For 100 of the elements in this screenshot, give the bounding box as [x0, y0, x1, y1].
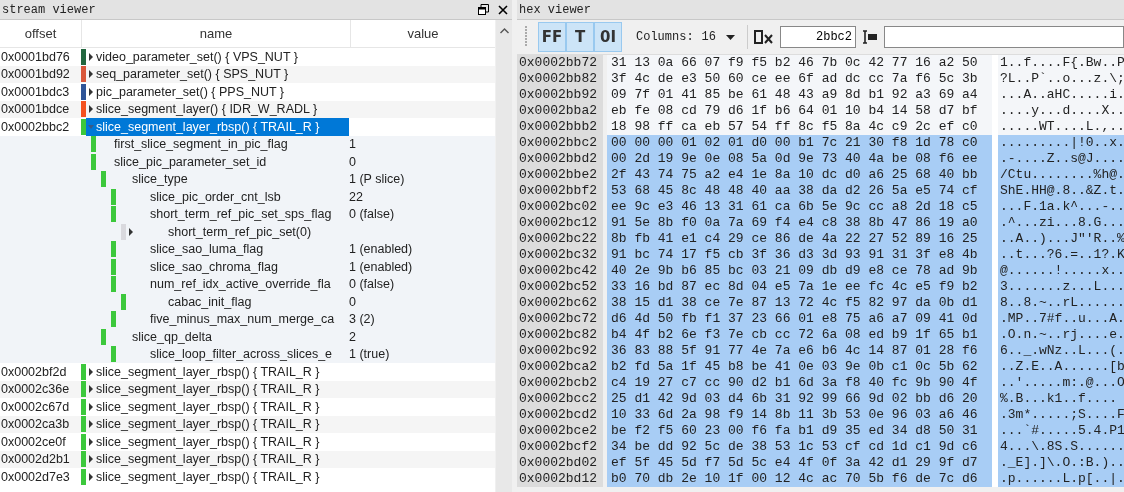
- tree-item[interactable]: slice_segment_layer_rbsp() { TRAIL_R }: [86, 468, 349, 486]
- ascii-text[interactable]: /Ctu........%h@.: [998, 167, 1124, 183]
- tree-item[interactable]: slice_segment_layer_rbsp() { TRAIL_R }: [86, 450, 349, 468]
- ascii-text[interactable]: ...A..aHC.....i.: [998, 87, 1124, 103]
- expander-icon[interactable]: [88, 472, 94, 481]
- tree-item[interactable]: slice_segment_layer_rbsp() { TRAIL_R }: [86, 363, 349, 381]
- ascii-text[interactable]: ....y...d....X..: [998, 103, 1124, 119]
- ascii-text[interactable]: ._E].]\.O.:B.)..: [998, 455, 1124, 471]
- ascii-text[interactable]: 4...\.8S.S......: [998, 439, 1124, 455]
- hex-bytes[interactable]: b2 fd 5a 1f 45 b8 be 41 0e 03 9e 0b c1 0c 5b 62: [607, 359, 998, 375]
- hex-bytes[interactable]: 33 16 bd 87 ec 8d 04 e5 7a 1e ee fc 4c e5 f9 b2: [607, 279, 998, 295]
- tree-item[interactable]: cabac_init_flag: [126, 293, 349, 311]
- expander-icon[interactable]: [88, 105, 94, 114]
- ascii-text[interactable]: .....WT....L.,..: [998, 119, 1124, 135]
- hex-bytes[interactable]: 8b fb 41 e1 c4 29 ce 86 de 4a 22 27 52 89 16 25: [607, 231, 998, 247]
- ascii-text[interactable]: .MP..7#f..u...A.: [998, 311, 1124, 327]
- close-icon[interactable]: [498, 4, 508, 15]
- scroll-up-icon[interactable]: [499, 28, 509, 34]
- ascii-text[interactable]: .O.n.~..rj....e.: [998, 327, 1124, 343]
- hex-bytes[interactable]: 34 be dd 92 5c de 38 53 1c 53 cf cd 1d c1 9d c6: [607, 439, 998, 455]
- hex-bytes[interactable]: 38 15 d1 38 ce 7e 87 13 72 4c f5 82 97 da 0b d1: [607, 295, 998, 311]
- restore-icon[interactable]: [478, 4, 489, 15]
- tree-item[interactable]: pic_parameter_set() { PPS_NUT }: [86, 83, 349, 101]
- ascii-text[interactable]: ?L..P`..o...z.\;: [998, 71, 1124, 87]
- expander-icon[interactable]: [88, 455, 94, 464]
- ascii-text[interactable]: .-....Z..s@J....: [998, 151, 1124, 167]
- column-header[interactable]: offset: [0, 20, 81, 47]
- view-mode-button[interactable]: T: [566, 22, 594, 52]
- column-header[interactable]: name: [81, 20, 350, 47]
- ascii-text[interactable]: ..t...?6.=..1?.K: [998, 247, 1124, 263]
- ascii-text[interactable]: ShE.HH@.8..&Z.t.: [998, 183, 1124, 199]
- hex-bytes[interactable]: 91 bc 74 17 f5 cb 3f 36 d3 3d 93 91 31 3f e8 4b: [607, 247, 998, 263]
- tree-item[interactable]: first_slice_segment_in_pic_flag: [96, 135, 349, 153]
- tree-item[interactable]: slice_segment_layer_rbsp() { TRAIL_R }: [86, 380, 349, 398]
- expander-icon[interactable]: [88, 420, 94, 429]
- expander-icon[interactable]: [88, 52, 94, 61]
- hex-bytes[interactable]: 36 83 88 5f 91 77 4e 7a e6 b6 4c 14 87 01 28 f6: [607, 343, 998, 359]
- offset-field[interactable]: 2bbc2: [780, 26, 856, 48]
- tree-item[interactable]: slice_type: [106, 170, 349, 188]
- tree-item[interactable]: seq_parameter_set() { SPS_NUT }: [86, 65, 349, 83]
- tree-item[interactable]: video_parameter_set() { VPS_NUT }: [86, 48, 349, 66]
- hex-bytes[interactable]: 18 98 ff ca eb 57 54 ff 8c f5 8a 4c c9 2c ef c0: [607, 119, 998, 135]
- ascii-text[interactable]: ..'.....m:.@...O: [998, 375, 1124, 391]
- expander-icon[interactable]: [88, 402, 94, 411]
- hex-bytes[interactable]: c4 19 27 c7 cc 90 d2 b1 6d 3a f8 40 fc 9b 90 4f: [607, 375, 998, 391]
- tree-item[interactable]: five_minus_max_num_merge_ca: [116, 310, 349, 328]
- ascii-text[interactable]: %.B...k1..f....: [998, 391, 1124, 407]
- tree-item[interactable]: slice_sao_chroma_flag: [116, 258, 349, 276]
- ascii-text[interactable]: @......!.....x..: [998, 263, 1124, 279]
- expander-icon[interactable]: [88, 437, 94, 446]
- tree-item[interactable]: slice_pic_parameter_set_id: [96, 153, 349, 171]
- tree-item[interactable]: short_term_ref_pic_set_sps_flag: [116, 205, 349, 223]
- box-x-icon[interactable]: [754, 29, 774, 45]
- tree-item[interactable]: slice_loop_filter_across_slices_e: [116, 345, 349, 363]
- ascii-text[interactable]: ..Z.E..A......[b: [998, 359, 1124, 375]
- expander-icon[interactable]: [88, 385, 94, 394]
- hex-bytes[interactable]: 00 00 00 01 02 01 d0 00 b1 7c 21 30 f8 1d 78 c0: [607, 135, 998, 151]
- hex-bytes[interactable]: d6 4d 50 fb f1 37 23 66 01 e8 75 a6 a7 09 41 0d: [607, 311, 998, 327]
- hex-bytes[interactable]: 10 33 6d 2a 98 f9 14 8b 11 3b 53 0e 96 03 a6 46: [607, 407, 998, 423]
- ascii-text[interactable]: .^...zi...8.G...: [998, 215, 1124, 231]
- grip-icon[interactable]: [525, 26, 528, 48]
- ascii-text[interactable]: 1..f....F{.Bw..P: [998, 55, 1124, 71]
- ascii-text[interactable]: ...`#.....5.4.P1: [998, 423, 1124, 439]
- hex-bytes[interactable]: 40 2e 9b b6 85 bc 03 21 09 db d9 e8 ce 78 ad 9b: [607, 263, 998, 279]
- ascii-text[interactable]: .........|!0..x.: [998, 135, 1124, 151]
- search-field[interactable]: [884, 26, 1124, 48]
- hex-bytes[interactable]: 31 13 0a 66 07 f9 f5 b2 46 7b 0c 42 77 16 a2 50: [607, 55, 998, 71]
- ascii-text[interactable]: ..A..)...J"'R..%: [998, 231, 1124, 247]
- tree-item[interactable]: num_ref_idx_active_override_fla: [116, 275, 349, 293]
- hex-bytes[interactable]: be f2 f5 60 23 00 f6 fa b1 d9 35 ed 34 d8 50 31: [607, 423, 998, 439]
- hex-bytes[interactable]: 53 68 45 8c 48 48 40 aa 38 da d2 26 5a e5 74 cf: [607, 183, 998, 199]
- hex-bytes[interactable]: 00 2d 19 9e 0e 08 5a 0d 9e 73 40 4a be 08 f6 ee: [607, 151, 998, 167]
- hex-bytes[interactable]: 91 5e 8b f0 0a 7a 69 f4 e4 c8 38 8b 47 86 19 a0: [607, 215, 998, 231]
- tree-item[interactable]: slice_segment_layer_rbsp() { TRAIL_R }: [86, 118, 349, 136]
- hex-bytes[interactable]: 3f 4c de e3 50 60 ce ee 6f ad dc cc 7a f6 5c 3b: [607, 71, 998, 87]
- tree-item[interactable]: slice_segment_layer_rbsp() { TRAIL_R }: [86, 433, 349, 451]
- columns-dropdown[interactable]: 16: [699, 28, 741, 46]
- tree-item[interactable]: slice_pic_order_cnt_lsb: [116, 188, 349, 206]
- expander-icon[interactable]: [88, 367, 94, 376]
- ascii-text[interactable]: 8..8.~..rL......: [998, 295, 1124, 311]
- hex-bytes[interactable]: ee 9c e3 46 13 31 61 ca 6b 5e 9c cc a8 2d 18 c5: [607, 199, 998, 215]
- expander-icon[interactable]: [128, 227, 134, 236]
- view-mode-button[interactable]: 0I: [594, 22, 622, 52]
- hex-bytes[interactable]: eb fe 08 cd 79 d6 1f b6 64 01 10 b4 14 58 d7 bf: [607, 103, 998, 119]
- hex-bytes[interactable]: 25 d1 42 9d 03 d4 6b 31 92 99 66 9d 02 bb d6 20: [607, 391, 998, 407]
- hex-bytes[interactable]: b4 4f b2 6e f3 7e cb cc 72 6a 08 ed b9 1f 65 b1: [607, 327, 998, 343]
- hex-bytes[interactable]: 2f 43 74 75 a2 e4 1e 8a 10 dc d0 a6 25 68 40 bb: [607, 167, 998, 183]
- tree-item[interactable]: slice_sao_luma_flag: [116, 240, 349, 258]
- tree-item[interactable]: slice_qp_delta: [106, 328, 349, 346]
- ascii-text[interactable]: .3m*.....;S....F: [998, 407, 1124, 423]
- scrollbar[interactable]: [495, 20, 512, 492]
- tree-item[interactable]: slice_segment_layer() { IDR_W_RADL }: [86, 100, 349, 118]
- hex-bytes[interactable]: ef 5f 45 5d f7 5d 5c e4 4f 0f 3a 42 d1 29 9f d7: [607, 455, 998, 471]
- expander-icon[interactable]: [88, 70, 94, 79]
- ascii-text[interactable]: ...F.1a.k^...-..: [998, 199, 1124, 215]
- expander-icon[interactable]: [88, 87, 94, 96]
- hex-bytes[interactable]: 09 7f 01 41 85 be 61 48 43 a9 8d b1 92 a3 69 a4: [607, 87, 998, 103]
- ascii-text[interactable]: 6.._.wNz..L...(.: [998, 343, 1124, 359]
- view-mode-button[interactable]: FF: [538, 22, 566, 52]
- ascii-text[interactable]: 3.......z...L...: [998, 279, 1124, 295]
